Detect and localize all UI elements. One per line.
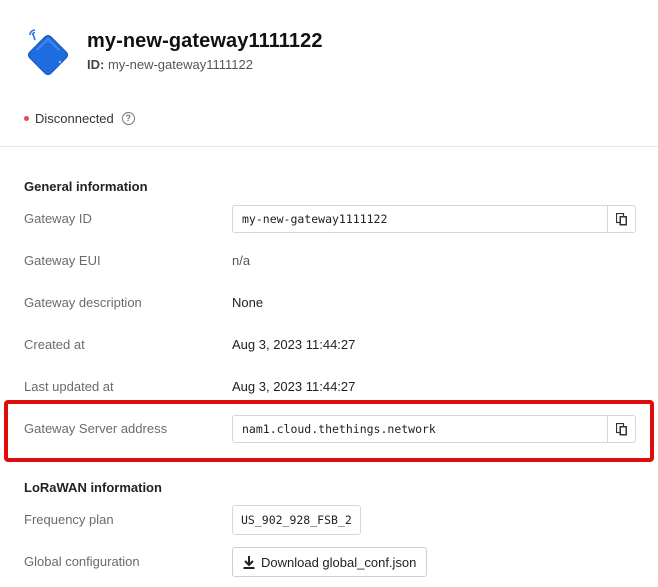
gateway-id-value[interactable]: my-new-gateway1111122 (233, 206, 607, 232)
download-button-label: Download global_conf.json (261, 554, 417, 570)
frequency-plan-value: US_902_928_FSB_2 (232, 505, 361, 535)
download-icon (243, 555, 255, 569)
highlight-box (4, 400, 654, 462)
created-at-value: Aug 3, 2023 11:44:27 (232, 337, 356, 352)
gateway-eui-label: Gateway EUI (24, 253, 101, 268)
global-configuration-label: Global configuration (24, 554, 140, 569)
last-updated-value: Aug 3, 2023 11:44:27 (232, 379, 356, 394)
gateway-icon (27, 29, 69, 76)
gateway-eui-value: n/a (232, 253, 251, 268)
general-information-title: General information (24, 179, 148, 194)
lorawan-information-title: LoRaWAN information (24, 480, 162, 495)
gateway-id-field: my-new-gateway1111122 (232, 205, 636, 233)
gateway-description-label: Gateway description (24, 295, 142, 310)
gateway-description-value: None (232, 295, 264, 310)
status-dot (24, 116, 29, 121)
connection-status: Disconnected ? (24, 111, 135, 126)
id-label: ID: (87, 57, 105, 72)
last-updated-label: Last updated at (24, 379, 114, 394)
copy-icon (615, 212, 627, 225)
id-value: my-new-gateway1111122 (107, 57, 253, 72)
gateway-id-subtitle: ID: my-new-gateway1111122 (87, 57, 253, 72)
created-at-label: Created at (24, 337, 85, 352)
page-title: my-new-gateway1111122 (87, 30, 323, 52)
help-icon[interactable]: ? (121, 112, 135, 125)
gateway-header: my-new-gateway1111122 ID: my-new-gateway… (0, 0, 658, 147)
frequency-plan-label: Frequency plan (24, 512, 114, 527)
download-global-conf-button[interactable]: Download global_conf.json (232, 547, 428, 577)
gateway-id-label: Gateway ID (24, 211, 92, 226)
copy-gateway-id-button[interactable] (607, 206, 635, 232)
status-text: Disconnected (35, 111, 114, 126)
